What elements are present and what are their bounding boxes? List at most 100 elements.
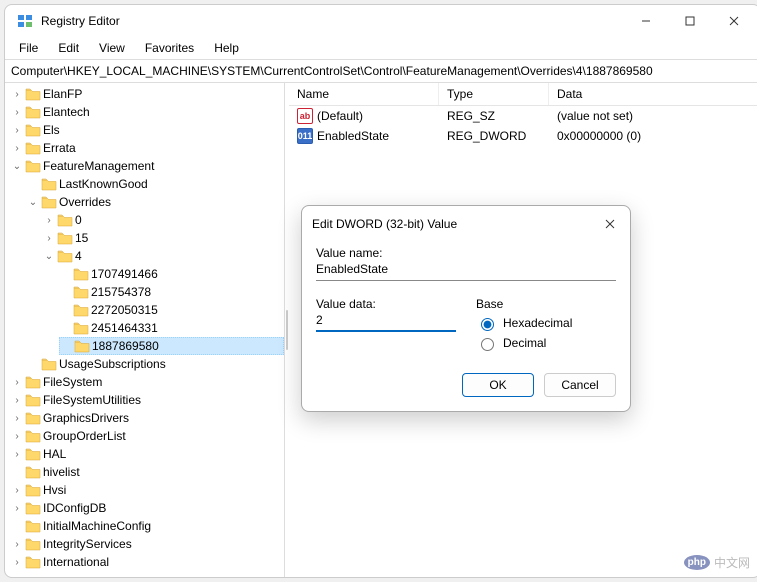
tree-node[interactable]: ›GraphicsDrivers bbox=[11, 409, 284, 427]
tree-node[interactable]: 2272050315 bbox=[59, 301, 284, 319]
tree-node[interactable]: ›Errata bbox=[11, 139, 284, 157]
tree-node[interactable]: 1707491466 bbox=[59, 265, 284, 283]
menu-favorites[interactable]: Favorites bbox=[137, 39, 202, 57]
tree-node-label: IntegrityServices bbox=[43, 537, 132, 551]
tree-node[interactable]: ⌄ Overrides bbox=[27, 193, 284, 211]
tree-node-label: 4 bbox=[75, 249, 82, 263]
list-row[interactable]: 011EnabledStateREG_DWORD0x00000000 (0) bbox=[289, 126, 757, 146]
chevron-right-icon[interactable]: › bbox=[11, 394, 23, 406]
tree-pane[interactable]: ›ElanFP›Elantech›Els›Errata⌄FeatureManag… bbox=[5, 83, 285, 577]
chevron-right-icon[interactable]: › bbox=[11, 502, 23, 514]
tree-node[interactable]: LastKnownGood bbox=[27, 175, 284, 193]
chevron-right-icon[interactable]: › bbox=[11, 142, 23, 154]
radio-dec-input[interactable] bbox=[481, 338, 494, 351]
tree-node[interactable]: › International bbox=[11, 553, 284, 571]
address-bar[interactable]: Computer\HKEY_LOCAL_MACHINE\SYSTEM\Curre… bbox=[5, 59, 757, 83]
value-name-field[interactable] bbox=[316, 260, 616, 281]
registry-editor-window: Registry Editor File Edit View Favorites… bbox=[4, 4, 757, 578]
folder-icon bbox=[73, 321, 89, 335]
tree-node[interactable]: ⌄FeatureManagement bbox=[11, 157, 284, 175]
folder-icon bbox=[25, 447, 41, 461]
value-data: (value not set) bbox=[549, 106, 757, 126]
menubar: File Edit View Favorites Help bbox=[5, 37, 757, 59]
menu-help[interactable]: Help bbox=[206, 39, 247, 57]
cancel-button[interactable]: Cancel bbox=[544, 373, 616, 397]
close-button[interactable] bbox=[712, 5, 756, 37]
radio-hex-input[interactable] bbox=[481, 318, 494, 331]
folder-icon bbox=[41, 195, 57, 209]
tree-node[interactable]: 1887869580 bbox=[59, 337, 284, 355]
folder-icon bbox=[25, 429, 41, 443]
col-name[interactable]: Name bbox=[289, 83, 439, 105]
value-data-field[interactable] bbox=[316, 311, 456, 332]
tree-node[interactable]: hivelist bbox=[11, 463, 284, 481]
tree-node-label: 1707491466 bbox=[91, 267, 158, 281]
folder-icon bbox=[25, 537, 41, 551]
tree-node[interactable]: InitialMachineConfig bbox=[11, 517, 284, 535]
folder-icon bbox=[41, 357, 57, 371]
menu-view[interactable]: View bbox=[91, 39, 133, 57]
tree-node[interactable]: ›0 bbox=[43, 211, 284, 229]
chevron-right-icon[interactable]: › bbox=[43, 214, 55, 226]
col-type[interactable]: Type bbox=[439, 83, 549, 105]
tree-node-label: International bbox=[43, 555, 109, 569]
folder-icon bbox=[57, 231, 73, 245]
chevron-right-icon[interactable]: › bbox=[11, 538, 23, 550]
tree-node[interactable]: ›GroupOrderList bbox=[11, 427, 284, 445]
radio-decimal[interactable]: Decimal bbox=[476, 335, 616, 351]
tree-node[interactable]: ›15 bbox=[43, 229, 284, 247]
folder-icon bbox=[25, 159, 41, 173]
chevron-right-icon[interactable]: › bbox=[11, 106, 23, 118]
col-data[interactable]: Data bbox=[549, 83, 757, 105]
value-data: 0x00000000 (0) bbox=[549, 126, 757, 146]
chevron-right-icon[interactable]: › bbox=[11, 430, 23, 442]
chevron-right-icon[interactable]: › bbox=[11, 88, 23, 100]
chevron-right-icon[interactable]: › bbox=[11, 448, 23, 460]
value-type-icon: ab bbox=[297, 108, 313, 124]
maximize-button[interactable] bbox=[668, 5, 712, 37]
tree-node[interactable]: ›FileSystem bbox=[11, 373, 284, 391]
chevron-down-icon[interactable]: ⌄ bbox=[43, 250, 55, 262]
tree-node-label: 2451464331 bbox=[91, 321, 158, 335]
chevron-right-icon[interactable]: › bbox=[11, 412, 23, 424]
list-header: Name Type Data bbox=[289, 83, 757, 106]
tree-node-label: FileSystemUtilities bbox=[43, 393, 141, 407]
folder-icon bbox=[57, 213, 73, 227]
folder-icon bbox=[25, 123, 41, 137]
tree-node[interactable]: ›ElanFP bbox=[11, 85, 284, 103]
tree-node[interactable]: ›Hvsi bbox=[11, 481, 284, 499]
chevron-right-icon[interactable]: › bbox=[11, 376, 23, 388]
chevron-down-icon[interactable]: ⌄ bbox=[27, 196, 39, 208]
folder-icon bbox=[25, 555, 41, 569]
folder-icon bbox=[74, 339, 90, 353]
tree-node[interactable]: › FileSystemUtilities bbox=[11, 391, 284, 409]
tree-node[interactable]: 2451464331 bbox=[59, 319, 284, 337]
tree-node[interactable]: UsageSubscriptions bbox=[27, 355, 284, 373]
tree-node[interactable]: 215754378 bbox=[59, 283, 284, 301]
tree-node-label: HAL bbox=[43, 447, 66, 461]
tree-node-label: 215754378 bbox=[91, 285, 151, 299]
chevron-right-icon[interactable]: › bbox=[43, 232, 55, 244]
tree-node[interactable]: ⌄4 bbox=[43, 247, 284, 265]
value-data-label: Value data: bbox=[316, 297, 456, 311]
menu-file[interactable]: File bbox=[11, 39, 46, 57]
radio-hexadecimal[interactable]: Hexadecimal bbox=[476, 315, 616, 331]
chevron-right-icon[interactable]: › bbox=[11, 484, 23, 496]
tree-node[interactable]: ›Elantech bbox=[11, 103, 284, 121]
dialog-close-button[interactable] bbox=[600, 214, 620, 234]
tree-node[interactable]: › IntegrityServices bbox=[11, 535, 284, 553]
tree-node-label: Overrides bbox=[59, 195, 111, 209]
ok-button[interactable]: OK bbox=[462, 373, 534, 397]
radio-dec-label: Decimal bbox=[503, 336, 546, 350]
folder-icon bbox=[57, 249, 73, 263]
chevron-right-icon[interactable]: › bbox=[11, 124, 23, 136]
chevron-down-icon[interactable]: ⌄ bbox=[11, 160, 23, 172]
tree-node[interactable]: ›Els bbox=[11, 121, 284, 139]
menu-edit[interactable]: Edit bbox=[50, 39, 87, 57]
radio-hex-label: Hexadecimal bbox=[503, 316, 572, 330]
list-row[interactable]: ab(Default)REG_SZ(value not set) bbox=[289, 106, 757, 126]
chevron-right-icon[interactable]: › bbox=[11, 556, 23, 568]
minimize-button[interactable] bbox=[624, 5, 668, 37]
tree-node[interactable]: › HAL bbox=[11, 445, 284, 463]
tree-node[interactable]: ›IDConfigDB bbox=[11, 499, 284, 517]
